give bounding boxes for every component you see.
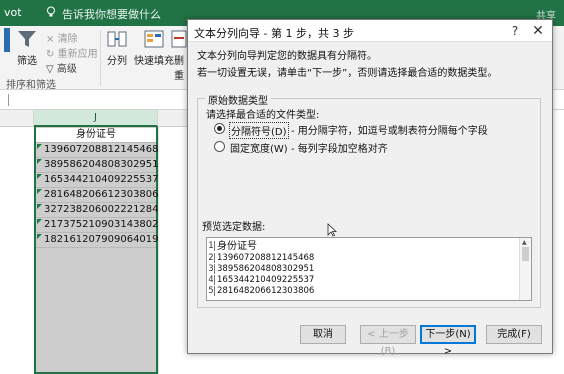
preview-row-number: 3: [208, 264, 215, 274]
fixed-width-radio[interactable]: [214, 141, 225, 152]
clear-label: 清除: [57, 34, 78, 45]
remove-duplicates-icon: [171, 30, 187, 48]
dialog-titlebar[interactable]: 文本分列向导 - 第 1 步，共 3 步 ? ✕: [188, 20, 552, 42]
scroll-up-arrow-icon[interactable]: ▲: [522, 239, 527, 246]
preview-row: 2 139607208812145468: [207, 253, 519, 264]
error-indicator-icon: [37, 204, 42, 209]
table-cell[interactable]: 327238206002221284: [36, 203, 159, 218]
cell-value: 327238206002221284: [44, 204, 159, 215]
finish-button[interactable]: 完成(F): [486, 325, 542, 344]
preview-row: 1 身份证号: [207, 241, 519, 252]
help-button[interactable]: ?: [506, 22, 524, 40]
column-header[interactable]: [158, 110, 188, 127]
preview-row: 3 389586204808302951: [207, 264, 519, 275]
clear-icon: ⨯: [46, 34, 55, 45]
scrollbar-thumb[interactable]: [522, 247, 529, 261]
next-button[interactable]: 下一步(N) >: [420, 325, 476, 357]
error-indicator-icon: [37, 219, 42, 224]
text-to-columns-button[interactable]: 分列: [104, 28, 130, 67]
app-title: vot: [4, 6, 22, 19]
flash-fill-label: 快速填充: [134, 56, 174, 67]
preview-row: 4 165344210409225537: [207, 275, 519, 286]
preview-row-number: 4: [208, 275, 215, 285]
table-cell[interactable]: 389586204808302951: [36, 158, 159, 173]
column-header[interactable]: [0, 110, 34, 127]
cell-value: 281648206612303806: [44, 189, 159, 200]
remove-duplicates-label: 删重: [174, 56, 184, 82]
preview-row-number: 5: [208, 286, 215, 296]
wizard-intro-text: 文本分列向导判定您的数据具有分隔符。: [197, 51, 377, 62]
error-indicator-icon: [37, 234, 42, 239]
table-cell[interactable]: 182161207909064019: [36, 233, 159, 248]
lightbulb-icon: [46, 6, 58, 21]
back-button[interactable]: < 上一步(B): [360, 325, 416, 357]
table-cell[interactable]: 165344210409225537: [36, 173, 159, 188]
tell-me-text: 告诉我你想要做什么: [62, 8, 161, 21]
flash-fill-icon: [144, 30, 164, 48]
advanced-icon: ▽: [46, 64, 54, 75]
split-label: 分列: [107, 56, 127, 67]
delimited-option-label[interactable]: 分隔符号(D): [229, 122, 289, 139]
delimited-radio[interactable]: [214, 123, 225, 134]
original-data-type-group: 原始数据类型 请选择最合适的文件类型: 分隔符号(D) - 用分隔字符，如逗号或…: [197, 92, 541, 308]
preview-row-number: 1: [208, 241, 215, 251]
remove-duplicates-button[interactable]: 删重: [170, 28, 188, 82]
preview-row-text: 身份证号: [217, 241, 257, 252]
data-preview-box[interactable]: 1 身份证号 2 139607208812145468 3 3895862048…: [206, 237, 532, 301]
split-columns-icon: [107, 31, 127, 47]
fixed-width-option-desc: - 每列字段加空格对齐: [291, 144, 388, 155]
formula-bar-divider: [8, 94, 9, 106]
preview-label: 预览选定数据:: [202, 222, 266, 233]
error-indicator-icon: [37, 144, 42, 149]
close-button[interactable]: ✕: [527, 22, 549, 40]
cell-value: 139607208812145468: [44, 144, 159, 155]
clear-button[interactable]: ⨯ 清除: [46, 30, 78, 45]
cell-value: 217375210903143802: [44, 219, 159, 230]
preview-row-text: 165344210409225537: [217, 275, 315, 285]
cell-value: 165344210409225537: [44, 174, 159, 185]
error-indicator-icon: [37, 189, 42, 194]
tell-me-box[interactable]: 告诉我你想要做什么: [46, 6, 161, 22]
reapply-button[interactable]: ↻ 重新应用: [46, 45, 98, 60]
filter-icon: [18, 31, 36, 47]
advanced-label: 高级: [56, 64, 77, 75]
reapply-icon: ↻: [46, 49, 55, 60]
filter-label: 筛选: [17, 56, 37, 67]
advanced-button[interactable]: ▽ 高级: [46, 60, 77, 75]
filter-button[interactable]: 筛选: [14, 28, 40, 67]
delimited-option-desc: - 用分隔字符，如逗号或制表符分隔每个字段: [291, 126, 488, 137]
table-cell[interactable]: 217375210903143802: [36, 218, 159, 233]
preview-scrollbar[interactable]: ▲: [519, 238, 531, 300]
cell-value: 389586204808302951: [44, 159, 159, 170]
table-cell[interactable]: 281648206612303806: [36, 188, 159, 203]
error-indicator-icon: [37, 174, 42, 179]
cancel-button[interactable]: 取消: [300, 325, 346, 344]
cell-value: 182161207909064019: [44, 234, 159, 245]
preview-row-text: 389586204808302951: [217, 264, 315, 274]
dialog-title: 文本分列向导 - 第 1 步，共 3 步: [194, 27, 354, 40]
ribbon-scroll-edge: [2, 28, 12, 55]
fixed-width-option-label[interactable]: 固定宽度(W): [230, 140, 288, 155]
reapply-label: 重新应用: [57, 49, 98, 60]
preview-row-text: 139607208812145468: [217, 253, 315, 263]
ribbon-separator: [100, 30, 101, 86]
mouse-cursor-icon: [327, 223, 337, 237]
error-indicator-icon: [37, 159, 42, 164]
preview-row: 5 281648206612303806: [207, 286, 519, 297]
preview-row-number: 2: [208, 253, 215, 263]
text-to-columns-dialog: 文本分列向导 - 第 1 步，共 3 步 ? ✕ 文本分列向导判定您的数据具有分…: [187, 19, 553, 357]
file-type-prompt: 请选择最合适的文件类型:: [206, 110, 320, 121]
group-legend: 原始数据类型: [205, 92, 271, 107]
preview-row-text: 281648206612303806: [217, 286, 315, 296]
wizard-instruction-text: 若一切设置无误，请单击“下一步”，否则请选择最合适的数据类型。: [197, 68, 498, 79]
column-header-selected[interactable]: J: [34, 110, 158, 127]
table-cell-header[interactable]: 身份证号: [36, 128, 156, 143]
table-cell[interactable]: 139607208812145468: [36, 143, 159, 158]
sort-filter-group-label: 排序和筛选: [6, 80, 56, 91]
